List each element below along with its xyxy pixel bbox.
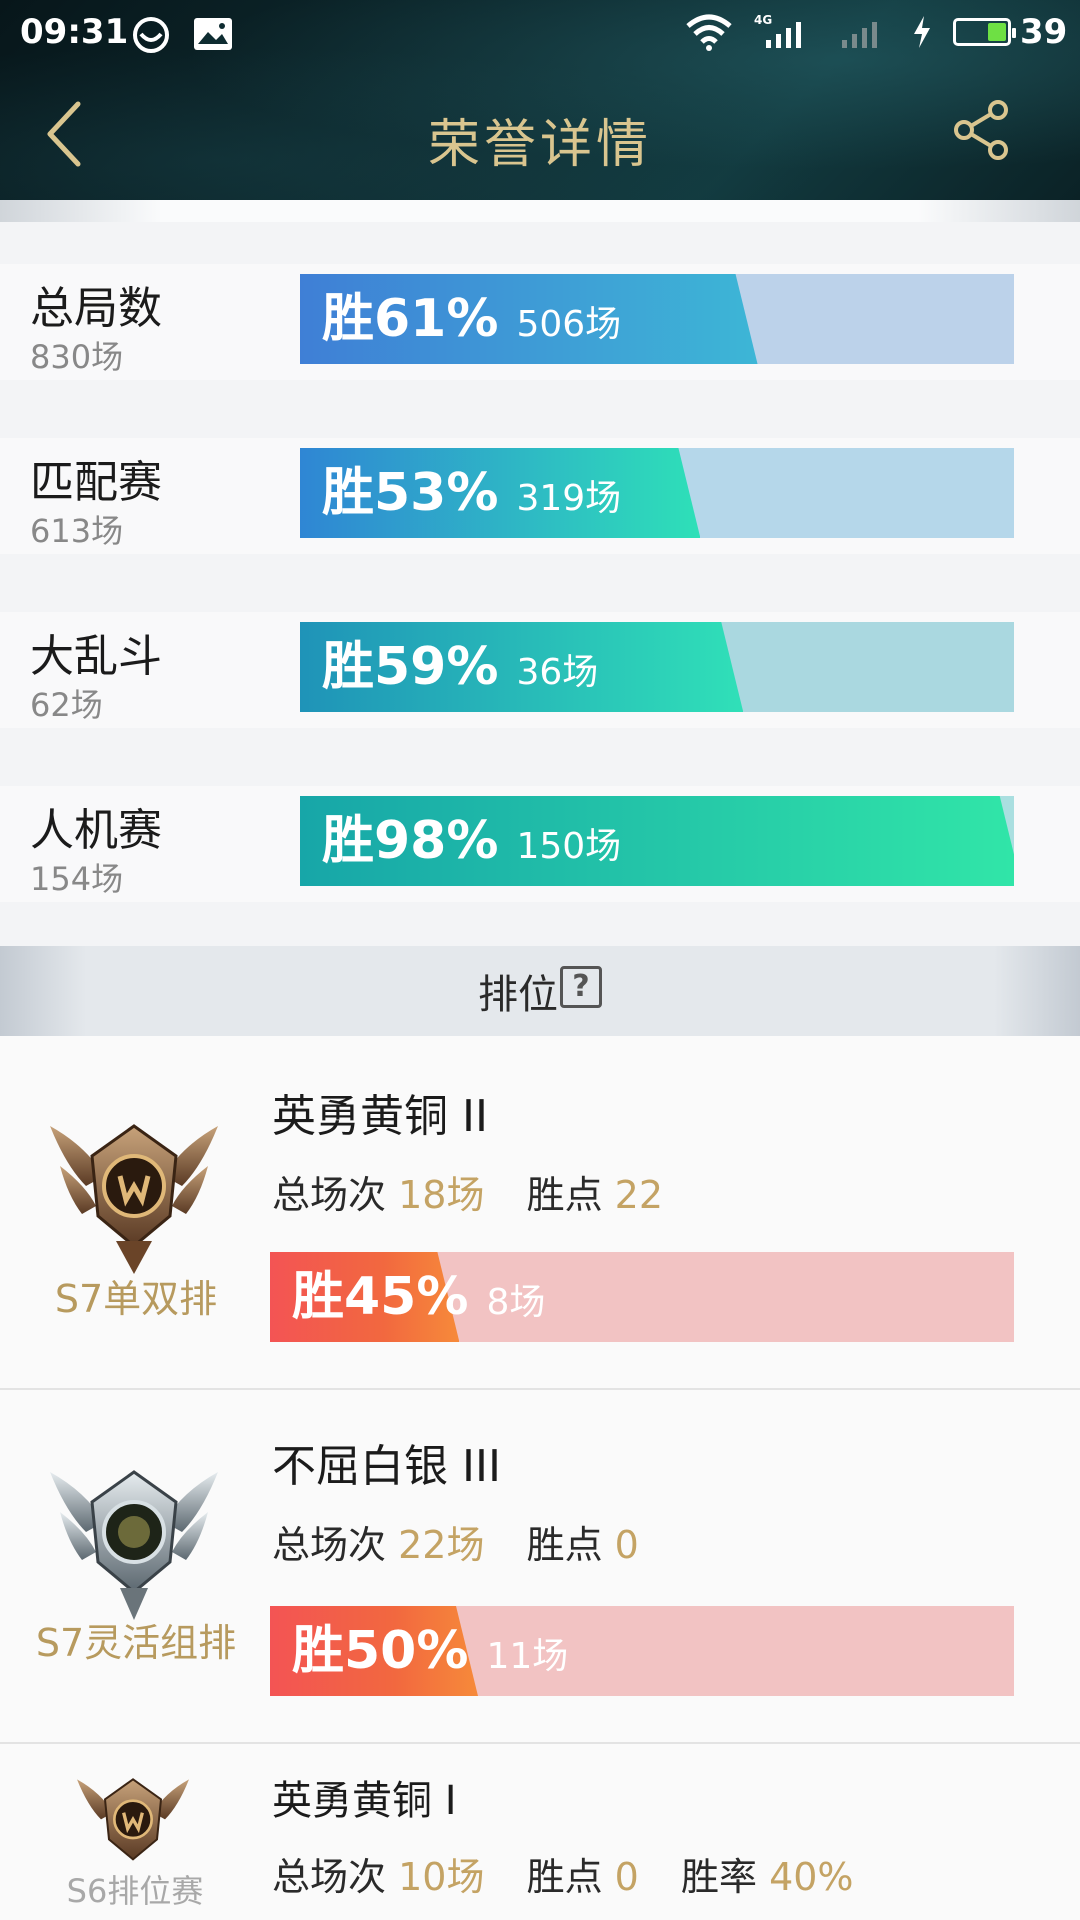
rank-season: S6排位赛 [66, 1872, 204, 1910]
image-icon [192, 16, 234, 56]
charging-icon [910, 14, 934, 54]
rank-season: S7灵活组排 [35, 1621, 237, 1665]
win-games: 8场 [486, 1282, 546, 1323]
rank-tier: 不屈白银 III [272, 1441, 501, 1492]
stat-count: 613场 [30, 512, 124, 550]
battery-level: 39 [1020, 12, 1068, 52]
header-divider [0, 200, 1080, 222]
win-rate-value: 40% [769, 1855, 854, 1899]
ranked-section-header: 排位 ? [0, 946, 1080, 1036]
points-value: 0 [614, 1855, 639, 1899]
win-percent: 胜98% [322, 811, 499, 871]
svg-text:4G: 4G [754, 13, 772, 27]
win-rate-bar: 胜53% 319场 [300, 448, 1014, 538]
win-games: 36场 [516, 652, 599, 693]
status-time: 09:31 [20, 12, 129, 52]
status-bar: 09:31 4G 39 [0, 0, 1080, 66]
win-games: 150场 [516, 826, 622, 867]
rank-card-s7-solo[interactable]: S7单双排 英勇黄铜 II 总场次 18场 胜点 22 胜45% 8场 [0, 1036, 1080, 1388]
stat-name: 总局数 [30, 283, 162, 334]
stat-row-total[interactable]: 总局数 830场 胜61% 506场 [0, 264, 1080, 380]
win-games: 506场 [516, 304, 622, 345]
rank-win-rate-bar: 胜45% 8场 [270, 1252, 1014, 1342]
win-percent: 胜61% [322, 289, 499, 349]
win-rate-label: 胜率 [680, 1855, 757, 1899]
help-icon[interactable]: ? [560, 966, 602, 1008]
stat-count: 154场 [30, 860, 124, 898]
notification-icon [132, 16, 170, 58]
win-percent: 胜59% [322, 637, 499, 697]
app-header: 09:31 4G 39 荣誉详情 [0, 0, 1080, 200]
rank-tier: 英勇黄铜 I [272, 1778, 457, 1824]
rank-tier: 英勇黄铜 II [272, 1091, 488, 1142]
signal-4g-icon: 4G [752, 12, 816, 56]
rank-meta: 总场次 18场 胜点 22 [272, 1164, 663, 1219]
rank-win-rate-bar: 胜50% 11场 [270, 1606, 1014, 1696]
stat-row-normal[interactable]: 匹配赛 613场 胜53% 319场 [0, 438, 1080, 554]
points-label: 胜点 [526, 1173, 603, 1217]
silver-emblem-icon [50, 1470, 218, 1620]
points-value: 0 [614, 1523, 639, 1567]
title-bar: 荣誉详情 [0, 66, 1080, 200]
total-games-label: 总场次 [272, 1855, 387, 1899]
win-rate-bar: 胜59% 36场 [300, 622, 1014, 712]
total-games-value: 18场 [398, 1173, 485, 1217]
share-button[interactable] [950, 98, 1014, 162]
wifi-icon [684, 12, 734, 56]
points-label: 胜点 [526, 1523, 603, 1567]
stat-count: 830场 [30, 338, 124, 376]
total-games-value: 10场 [398, 1855, 485, 1899]
rank-card-s7-flex[interactable]: S7灵活组排 不屈白银 III 总场次 22场 胜点 0 胜50% 11场 [0, 1390, 1080, 1742]
bronze-emblem-icon [50, 1124, 218, 1274]
share-icon [954, 100, 1008, 160]
points-label: 胜点 [526, 1855, 603, 1899]
total-games-label: 总场次 [272, 1173, 387, 1217]
rank-meta: 总场次 22场 胜点 0 [272, 1514, 639, 1569]
stat-count: 62场 [30, 686, 103, 724]
stat-name: 匹配赛 [30, 457, 162, 508]
win-games: 11场 [486, 1636, 569, 1677]
rank-card-s6[interactable]: S6排位赛 英勇黄铜 I 总场次 10场 胜点 0 胜率 40% [0, 1744, 1080, 1920]
ranked-title: 排位 [478, 972, 558, 1018]
win-rate-bar: 胜61% 506场 [300, 274, 1014, 364]
win-games: 319场 [516, 478, 622, 519]
win-percent: 胜50% [292, 1621, 469, 1681]
rank-meta: 总场次 10场 胜点 0 胜率 40% [272, 1846, 854, 1901]
win-percent: 胜53% [322, 463, 499, 523]
bronze-emblem-icon [77, 1778, 189, 1861]
rank-season: S7单双排 [54, 1277, 218, 1321]
win-percent: 胜45% [292, 1267, 469, 1327]
total-games-label: 总场次 [272, 1523, 387, 1567]
page-title: 荣誉详情 [427, 115, 652, 175]
battery-icon [953, 18, 1016, 46]
stat-name: 大乱斗 [30, 631, 162, 682]
stat-row-aram[interactable]: 大乱斗 62场 胜59% 36场 [0, 612, 1080, 728]
win-rate-bar: 胜98% 150场 [300, 796, 1014, 886]
total-games-value: 22场 [398, 1523, 485, 1567]
points-value: 22 [614, 1173, 664, 1217]
stat-name: 人机赛 [30, 805, 162, 856]
signal-empty-icon [838, 12, 894, 56]
stat-row-bots[interactable]: 人机赛 154场 胜98% 150场 [0, 786, 1080, 902]
